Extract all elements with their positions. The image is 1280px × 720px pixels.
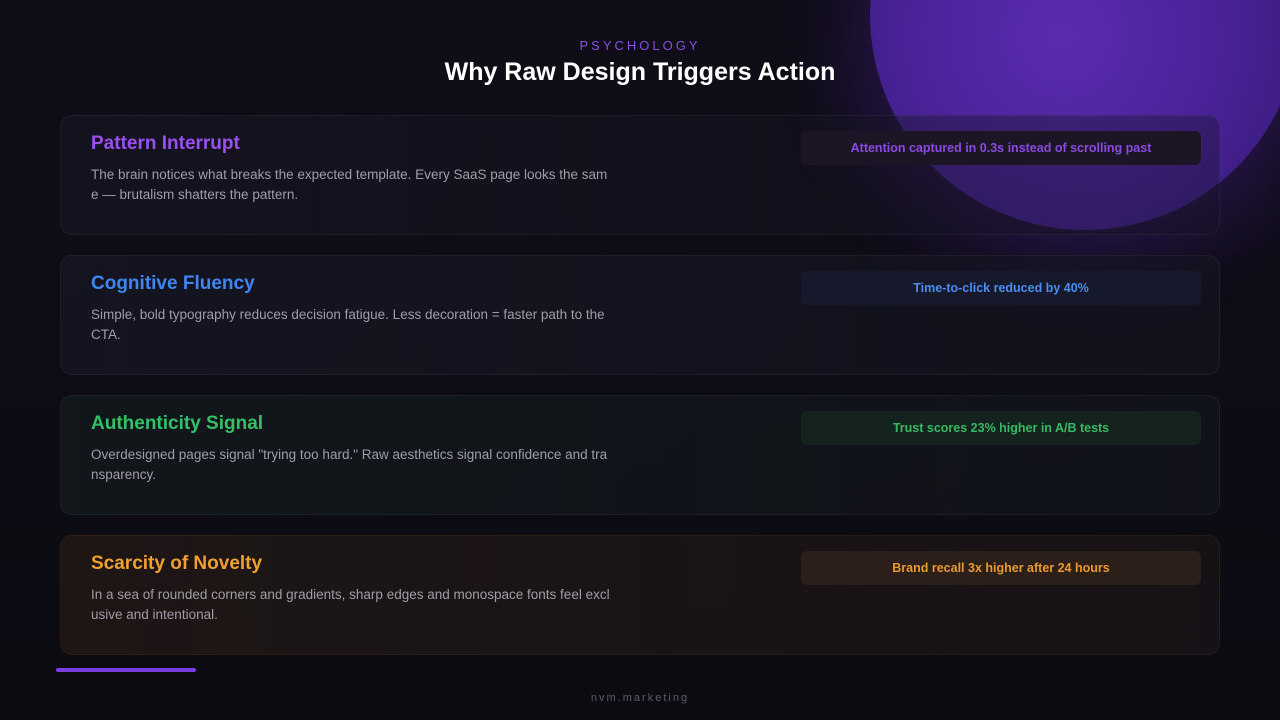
card-title: Scarcity of Novelty: [91, 553, 263, 574]
stat-badge: Trust scores 23% higher in A/B tests: [801, 411, 1201, 445]
card-pattern-interrupt: Pattern Interrupt The brain notices what…: [60, 115, 1220, 235]
card-scarcity-of-novelty: Scarcity of Novelty In a sea of rounded …: [60, 535, 1220, 655]
card-authenticity-signal: Authenticity Signal Overdesigned pages s…: [60, 395, 1220, 515]
card-cognitive-fluency: Cognitive Fluency Simple, bold typograph…: [60, 255, 1220, 375]
stat-badge: Attention captured in 0.3s instead of sc…: [801, 131, 1201, 165]
stat-badge: Time-to-click reduced by 40%: [801, 271, 1201, 305]
section-eyebrow: PSYCHOLOGY: [579, 38, 701, 53]
card-description: Overdesigned pages signal "trying too ha…: [91, 447, 608, 482]
progress-accent-bar: [56, 668, 196, 672]
page-title: Why Raw Design Triggers Action: [444, 58, 836, 86]
card-description: Simple, bold typography reduces decision…: [91, 307, 605, 342]
card-title: Pattern Interrupt: [91, 133, 240, 154]
footer-brand: nvm.marketing: [590, 692, 690, 704]
card-description: The brain notices what breaks the expect…: [91, 167, 608, 202]
card-title: Cognitive Fluency: [91, 273, 255, 294]
stat-badge: Brand recall 3x higher after 24 hours: [801, 551, 1201, 585]
card-title: Authenticity Signal: [91, 413, 264, 434]
card-description: In a sea of rounded corners and gradient…: [91, 587, 610, 622]
